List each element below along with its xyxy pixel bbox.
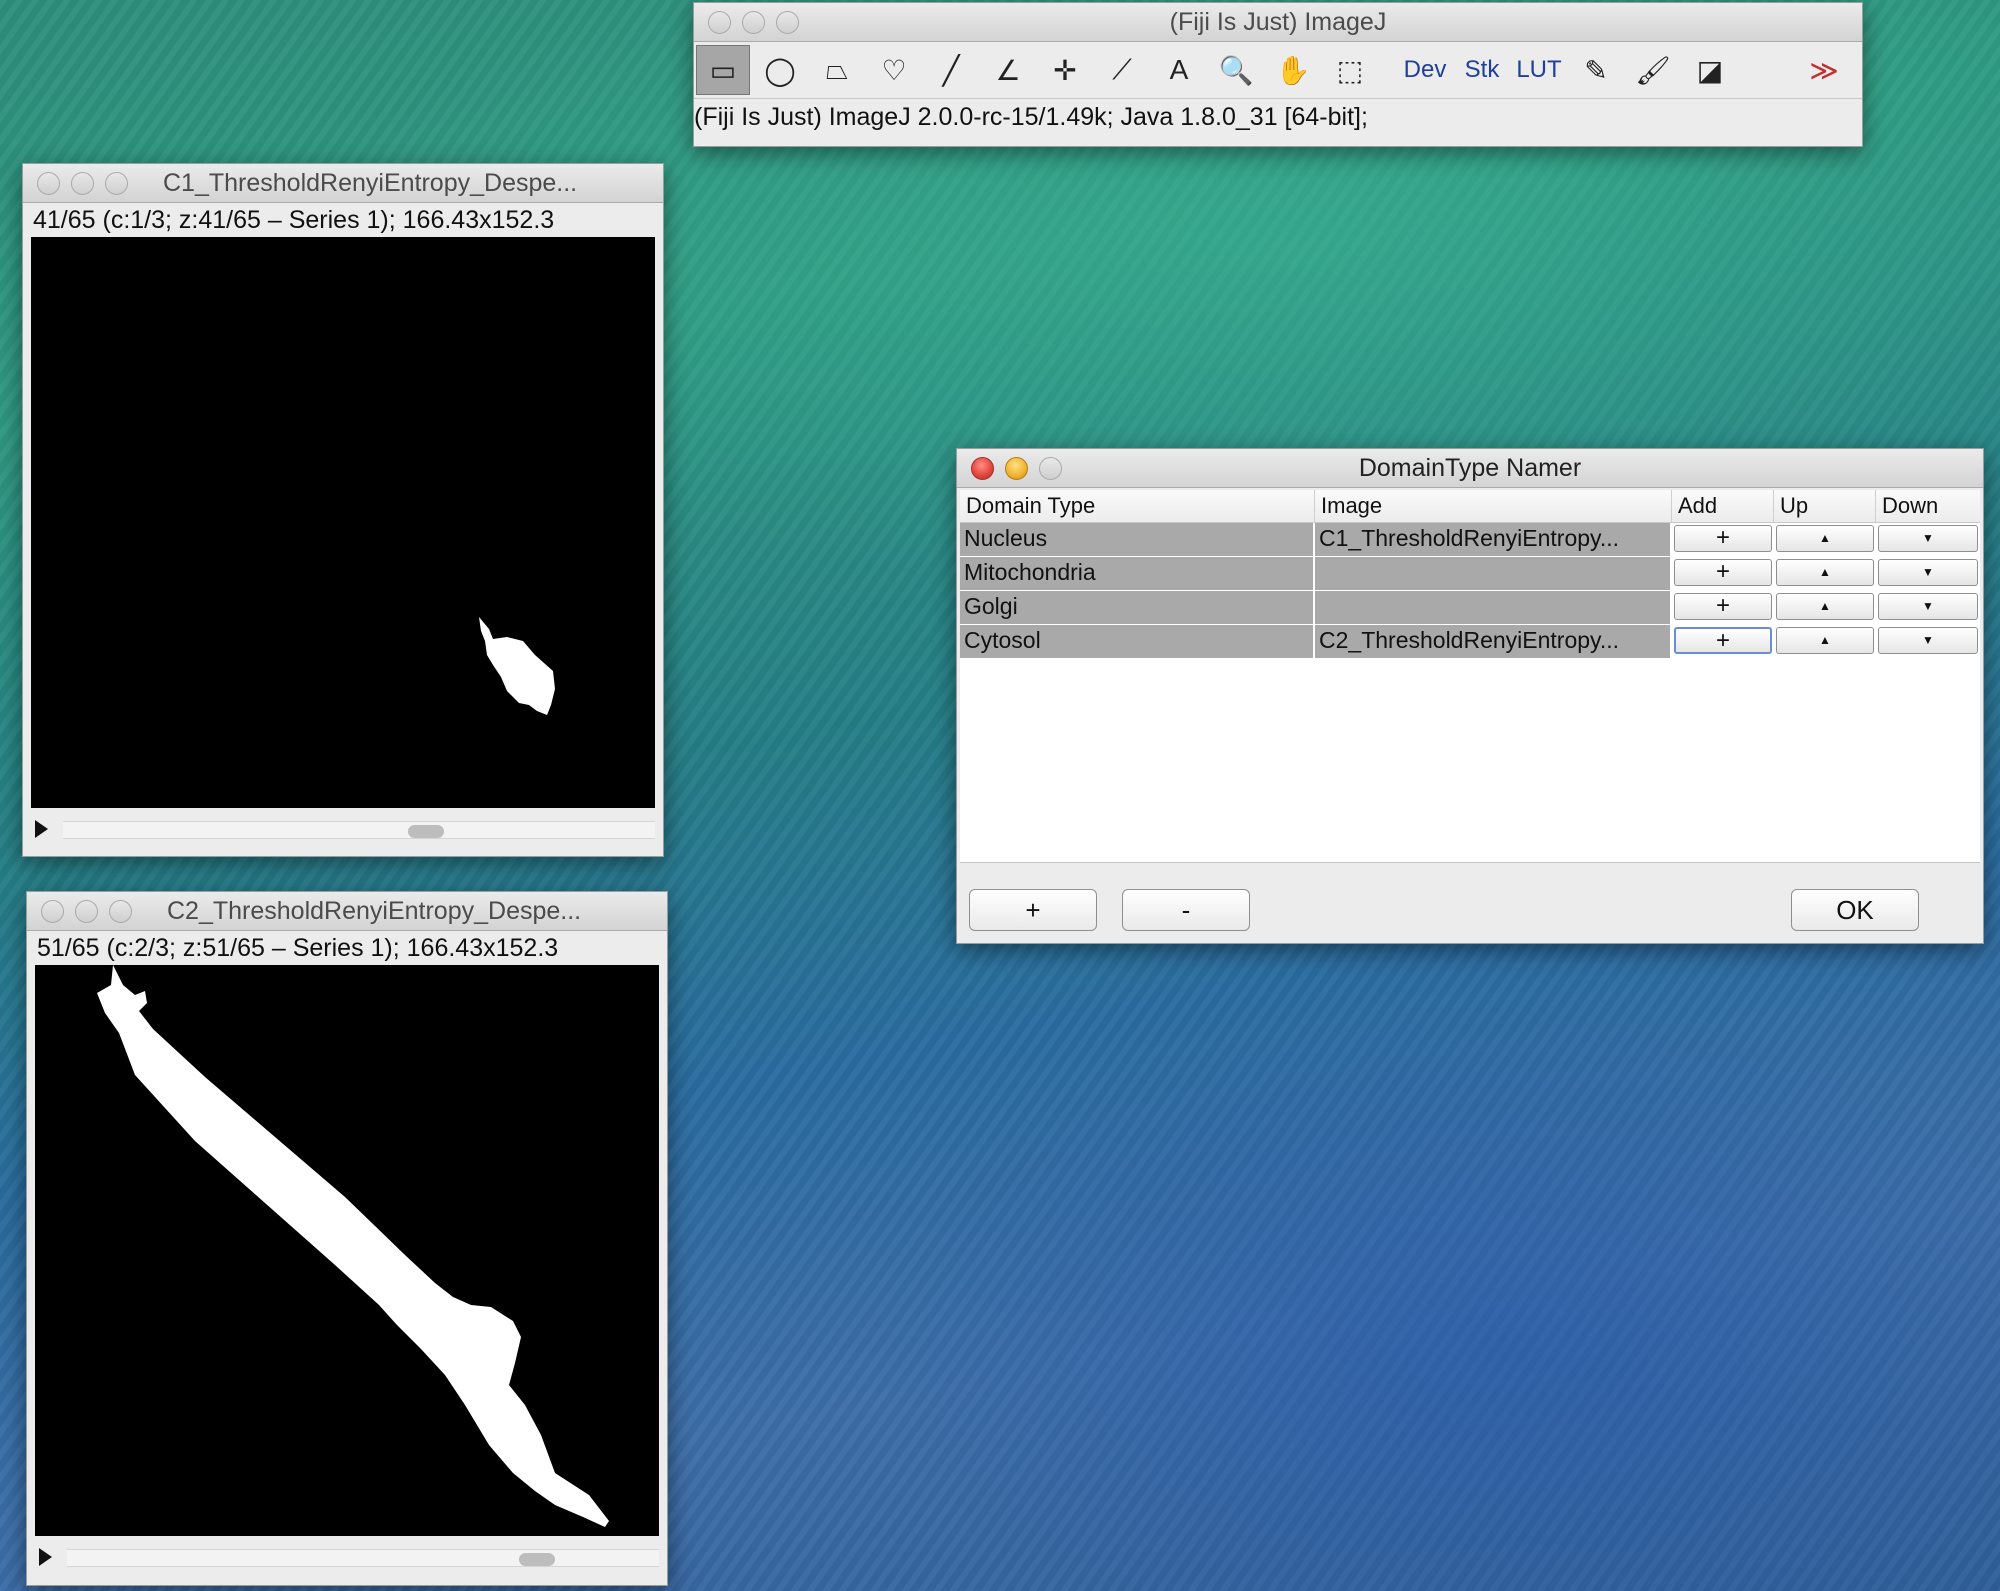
empty-tool-slot (1740, 45, 1794, 95)
dev-menu-button[interactable]: Dev (1398, 45, 1452, 95)
row-add-button[interactable]: + (1674, 525, 1772, 552)
minimize-button[interactable] (71, 171, 94, 195)
pencil-tool-icon[interactable]: ✎ (1569, 45, 1623, 95)
imagej-title: (Fiji Is Just) ImageJ (1169, 8, 1387, 36)
namer-title: DomainType Namer (1358, 454, 1582, 482)
close-button[interactable] (41, 899, 64, 923)
image-cell[interactable]: C2_ThresholdRenyiEntropy... (1315, 625, 1672, 658)
line-tool-icon[interactable]: ╱ (924, 45, 978, 95)
c2-image-canvas[interactable] (35, 965, 659, 1536)
dropper-tool-icon[interactable]: ⬚ (1323, 45, 1377, 95)
c1-image-canvas[interactable] (31, 237, 655, 808)
domain-cell[interactable]: Nucleus (960, 523, 1315, 556)
header-add[interactable]: Add (1672, 490, 1774, 522)
point-tool-icon[interactable]: ✛ (1038, 45, 1092, 95)
c1-slice-track[interactable] (63, 821, 655, 839)
zoom-button[interactable] (776, 10, 799, 34)
table-header: Domain Type Image Add Up Down (960, 490, 1980, 523)
angle-tool-icon[interactable]: ∠ (981, 45, 1035, 95)
image-cell[interactable] (1315, 557, 1672, 590)
rectangle-tool-icon[interactable]: ▭ (696, 45, 750, 95)
table-row[interactable]: Nucleus C1_ThresholdRenyiEntropy... + ▲ … (960, 523, 1980, 557)
header-down[interactable]: Down (1876, 490, 1980, 522)
domain-cell[interactable]: Cytosol (960, 625, 1315, 658)
move-up-button[interactable]: ▲ (1776, 525, 1874, 552)
domain-table: Domain Type Image Add Up Down Nucleus C1… (960, 490, 1980, 863)
domain-cell[interactable]: Mitochondria (960, 557, 1315, 590)
magnifier-tool-icon[interactable]: 🔍 (1209, 45, 1263, 95)
lut-menu-button[interactable]: LUT (1512, 45, 1566, 95)
close-button[interactable] (971, 456, 994, 480)
zoom-button[interactable] (1039, 456, 1062, 480)
c2-image-window: C2_ThresholdRenyiEntropy_Despe... 51/65 … (26, 891, 668, 1586)
c2-titlebar[interactable]: C2_ThresholdRenyiEntropy_Despe... (27, 892, 667, 931)
header-image[interactable]: Image (1315, 490, 1672, 522)
move-down-button[interactable]: ▼ (1878, 593, 1978, 620)
image-cell[interactable]: C1_ThresholdRenyiEntropy... (1315, 523, 1672, 556)
play-icon[interactable] (35, 820, 48, 838)
brush-tool-icon[interactable]: 🖌 (1626, 45, 1680, 95)
c2-slice-scroller[interactable] (27, 1542, 667, 1572)
play-icon[interactable] (39, 1548, 52, 1566)
c1-slice-thumb[interactable] (408, 825, 444, 838)
more-tools-icon[interactable]: ≫ (1797, 45, 1851, 95)
header-up[interactable]: Up (1774, 490, 1876, 522)
polygon-tool-icon[interactable]: ⏢ (810, 45, 864, 95)
ok-button[interactable]: OK (1791, 889, 1919, 931)
text-tool-icon[interactable]: A (1152, 45, 1206, 95)
hand-tool-icon[interactable]: ✋ (1266, 45, 1320, 95)
row-add-button[interactable]: + (1674, 593, 1772, 620)
domaintype-namer-window: DomainType Namer Domain Type Image Add U… (956, 448, 1984, 944)
imagej-toolbar: ▭ ◯ ⏢ ♡ ╱ ∠ ✛ ⟋ A 🔍 ✋ ⬚ Dev Stk LUT ✎ 🖌 … (694, 42, 1862, 99)
c1-slice-scroller[interactable] (23, 814, 663, 844)
c2-info: 51/65 (c:2/3; z:51/65 – Series 1); 166.4… (37, 934, 559, 962)
c1-info: 41/65 (c:1/3; z:41/65 – Series 1); 166.4… (33, 206, 555, 234)
namer-titlebar[interactable]: DomainType Namer (957, 449, 1983, 488)
move-up-button[interactable]: ▲ (1776, 559, 1874, 586)
cytosol-mask (97, 965, 609, 1527)
image-cell[interactable] (1315, 591, 1672, 624)
nucleus-mask (479, 617, 555, 715)
header-domain-type[interactable]: Domain Type (960, 490, 1315, 522)
add-domain-button[interactable]: + (969, 889, 1097, 931)
move-down-button[interactable]: ▼ (1878, 627, 1978, 654)
c1-titlebar[interactable]: C1_ThresholdRenyiEntropy_Despe... (23, 164, 663, 203)
table-row[interactable]: Mitochondria + ▲ ▼ (960, 557, 1980, 591)
move-down-button[interactable]: ▼ (1878, 559, 1978, 586)
table-row[interactable]: Cytosol C2_ThresholdRenyiEntropy... + ▲ … (960, 625, 1980, 659)
domain-cell[interactable]: Golgi (960, 591, 1315, 624)
c1-image-window: C1_ThresholdRenyiEntropy_Despe... 41/65 … (22, 163, 664, 857)
imagej-status: (Fiji Is Just) ImageJ 2.0.0-rc-15/1.49k;… (694, 103, 1368, 131)
move-up-button[interactable]: ▲ (1776, 627, 1874, 654)
oval-tool-icon[interactable]: ◯ (753, 45, 807, 95)
move-down-button[interactable]: ▼ (1878, 525, 1978, 552)
zoom-button[interactable] (105, 171, 128, 195)
zoom-button[interactable] (109, 899, 132, 923)
freehand-tool-icon[interactable]: ♡ (867, 45, 921, 95)
stk-menu-button[interactable]: Stk (1455, 45, 1509, 95)
minimize-button[interactable] (75, 899, 98, 923)
table-row[interactable]: Golgi + ▲ ▼ (960, 591, 1980, 625)
row-add-button[interactable]: + (1674, 559, 1772, 586)
move-up-button[interactable]: ▲ (1776, 593, 1874, 620)
imagej-titlebar[interactable]: (Fiji Is Just) ImageJ (694, 3, 1862, 42)
remove-domain-button[interactable]: - (1122, 889, 1250, 931)
minimize-button[interactable] (1005, 456, 1028, 480)
close-button[interactable] (708, 10, 731, 34)
c2-slice-track[interactable] (67, 1549, 659, 1567)
flood-fill-tool-icon[interactable]: ◪ (1683, 45, 1737, 95)
close-button[interactable] (37, 171, 60, 195)
c2-slice-thumb[interactable] (519, 1553, 555, 1566)
row-add-button[interactable]: + (1674, 627, 1772, 654)
imagej-main-window: (Fiji Is Just) ImageJ ▭ ◯ ⏢ ♡ ╱ ∠ ✛ ⟋ A … (693, 2, 1863, 147)
minimize-button[interactable] (742, 10, 765, 34)
wand-tool-icon[interactable]: ⟋ (1095, 45, 1149, 95)
